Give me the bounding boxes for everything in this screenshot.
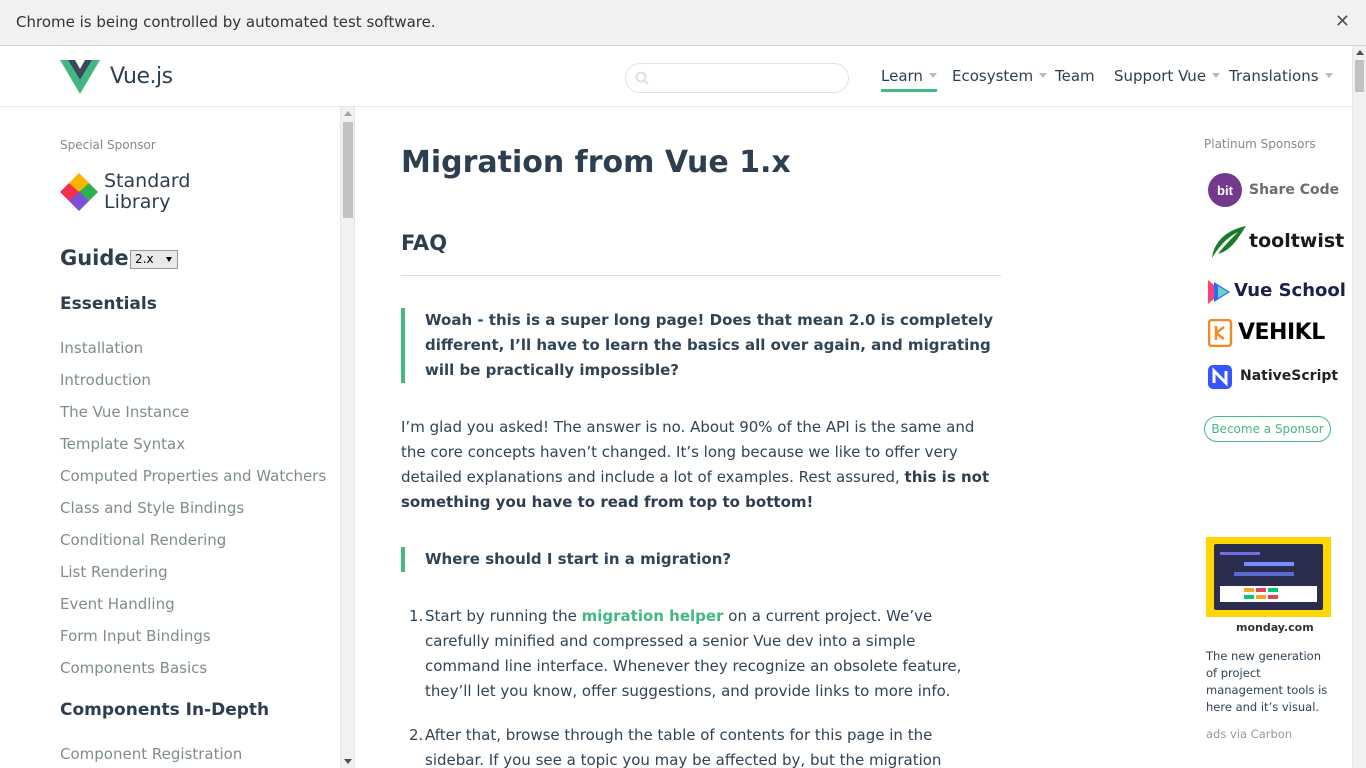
sidebar-item-components-basics[interactable]: Components Basics bbox=[60, 659, 207, 677]
sidebar-item-component-registration[interactable]: Component Registration bbox=[60, 745, 242, 763]
version-select[interactable]: 2.x bbox=[130, 250, 178, 269]
sponsor-bit[interactable]: bit Share Code bbox=[1208, 173, 1339, 207]
nav-translations[interactable]: Translations bbox=[1229, 67, 1333, 85]
list-item: Start by running the migration helper on… bbox=[425, 604, 993, 704]
scroll-up-icon[interactable] bbox=[344, 111, 352, 116]
sidebar-scrollbar[interactable] bbox=[340, 107, 355, 768]
step-text: After that, browse through the table of … bbox=[425, 726, 942, 768]
chevron-down-icon bbox=[1039, 73, 1048, 78]
scroll-up-icon[interactable] bbox=[1356, 50, 1364, 55]
vue-school-logo-icon bbox=[1208, 280, 1230, 304]
tooltwist-leaf-icon bbox=[1212, 226, 1246, 258]
ad-brand[interactable]: monday.com bbox=[1236, 621, 1314, 634]
sponsor-vue-school[interactable]: Vue School bbox=[1208, 277, 1346, 311]
scroll-down-icon[interactable] bbox=[344, 759, 352, 764]
sponsor-name: VEHIKL bbox=[1238, 320, 1325, 345]
logo-text[interactable]: Vue.js bbox=[110, 64, 173, 89]
become-sponsor-button[interactable]: Become a Sponsor bbox=[1204, 416, 1331, 442]
sponsor-name: Share Code bbox=[1249, 182, 1340, 198]
sponsor-name: Vue School bbox=[1234, 280, 1346, 301]
chevron-down-icon bbox=[928, 73, 937, 78]
site-header: Vue.js Learn Ecosystem Team Support Vue … bbox=[0, 46, 1352, 107]
sponsor-nativescript[interactable]: NativeScript bbox=[1208, 365, 1338, 399]
heading-divider bbox=[401, 275, 1001, 276]
sponsor-tooltwist[interactable]: tooltwist bbox=[1208, 224, 1344, 258]
infobar-message: Chrome is being controlled by automated … bbox=[16, 13, 436, 31]
bit-logo-icon: bit bbox=[1208, 173, 1242, 207]
search-input[interactable] bbox=[656, 68, 841, 88]
sidebar-item-computed[interactable]: Computed Properties and Watchers bbox=[60, 467, 326, 485]
migration-helper-link[interactable]: migration helper bbox=[582, 607, 724, 625]
nav-team[interactable]: Team bbox=[1055, 67, 1095, 85]
sidebar-item-form-input[interactable]: Form Input Bindings bbox=[60, 627, 211, 645]
page-scrollbar[interactable] bbox=[1352, 46, 1366, 768]
section-title-essentials: Essentials bbox=[60, 294, 157, 314]
sidebar-item-installation[interactable]: Installation bbox=[60, 339, 143, 357]
faq-answer-paragraph: I’m glad you asked! The answer is no. Ab… bbox=[401, 415, 991, 515]
vue-logo-icon[interactable] bbox=[60, 60, 100, 96]
special-sponsor-label: Special Sponsor bbox=[60, 138, 156, 152]
nav-learn[interactable]: Learn bbox=[881, 67, 937, 92]
answer-text: I’m glad you asked! The answer is no. Ab… bbox=[401, 418, 975, 486]
sidebar-item-template-syntax[interactable]: Template Syntax bbox=[60, 435, 185, 453]
chevron-down-icon bbox=[1212, 73, 1221, 78]
automation-infobar: Chrome is being controlled by automated … bbox=[0, 0, 1366, 46]
ad-screenshot bbox=[1214, 544, 1323, 610]
guide-title: Guide bbox=[60, 246, 129, 270]
page-title: Migration from Vue 1.x bbox=[401, 145, 791, 180]
platinum-sponsors-label: Platinum Sponsors bbox=[1204, 137, 1316, 151]
vehikl-logo-icon bbox=[1208, 319, 1233, 347]
sidebar-item-class-style[interactable]: Class and Style Bindings bbox=[60, 499, 244, 517]
section-title-components-in-depth: Components In-Depth bbox=[60, 700, 270, 720]
version-value: 2.x bbox=[135, 252, 154, 266]
dropdown-arrow-icon bbox=[166, 257, 172, 262]
nav-ecosystem[interactable]: Ecosystem bbox=[952, 67, 1048, 85]
sidebar-item-list-rendering[interactable]: List Rendering bbox=[60, 563, 168, 581]
search-box[interactable] bbox=[625, 63, 849, 93]
standard-library-logo-icon[interactable] bbox=[60, 173, 98, 211]
sidebar-scrollbar-thumb[interactable] bbox=[343, 122, 353, 218]
search-icon bbox=[635, 71, 649, 85]
chevron-down-icon bbox=[1324, 73, 1333, 78]
nav-support-vue[interactable]: Support Vue bbox=[1114, 67, 1221, 85]
sidebar-item-conditional[interactable]: Conditional Rendering bbox=[60, 531, 226, 549]
close-icon[interactable]: ✕ bbox=[1335, 11, 1350, 32]
sponsor-name-line2: Library bbox=[104, 191, 171, 213]
faq-question-long-page: Woah - this is a super long page! Does t… bbox=[401, 308, 1001, 383]
faq-question-where-start: Where should I start in a migration? bbox=[401, 547, 1001, 572]
sponsor-vehikl[interactable]: VEHIKL bbox=[1208, 319, 1333, 353]
nativescript-logo-icon bbox=[1208, 365, 1232, 389]
sidebar-item-event-handling[interactable]: Event Handling bbox=[60, 595, 175, 613]
sidebar: Special Sponsor Standard Library Guide 2… bbox=[0, 107, 340, 768]
standard-library-logo-text[interactable]: Standard Library bbox=[104, 171, 190, 213]
ad-text[interactable]: The new generation of project management… bbox=[1206, 648, 1334, 716]
ad-dashboard-graphic bbox=[1220, 552, 1317, 602]
svg-text:bit: bit bbox=[1217, 183, 1234, 198]
page-scrollbar-thumb[interactable] bbox=[1355, 60, 1364, 92]
faq-heading: FAQ bbox=[401, 231, 448, 255]
sponsor-name-line1: Standard bbox=[104, 170, 191, 192]
carbon-ad-image[interactable] bbox=[1206, 537, 1331, 617]
sidebar-item-vue-instance[interactable]: The Vue Instance bbox=[60, 403, 189, 421]
sidebar-item-introduction[interactable]: Introduction bbox=[60, 371, 151, 389]
sponsor-name: tooltwist bbox=[1249, 230, 1345, 252]
step-number: 1. bbox=[409, 607, 424, 625]
step-number: 2. bbox=[409, 726, 424, 744]
list-item: After that, browse through the table of … bbox=[425, 723, 993, 768]
ads-via-carbon[interactable]: ads via Carbon bbox=[1206, 727, 1292, 741]
sponsor-name: NativeScript bbox=[1240, 368, 1339, 384]
step-text: Start by running the bbox=[425, 607, 577, 625]
